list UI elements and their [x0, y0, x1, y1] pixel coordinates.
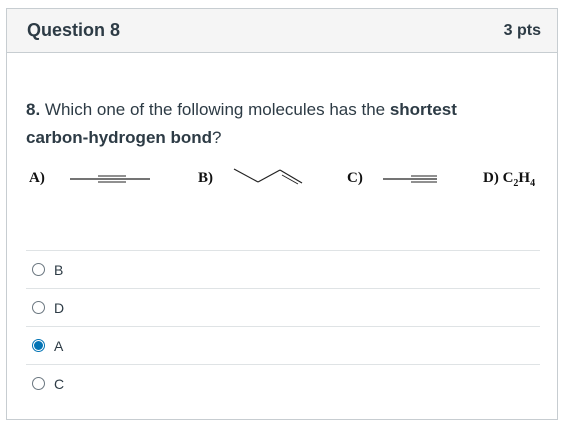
option-a-label: A) [29, 170, 45, 186]
molecule-b-structure [233, 168, 303, 185]
answer-option[interactable]: A [26, 326, 540, 364]
radio-button[interactable] [32, 263, 45, 276]
option-d-label: D) C2H4 [483, 170, 535, 189]
question-text-bold-line2: carbon-hydrogen bond [26, 128, 213, 147]
question-body: 8. Which one of the following molecules … [7, 96, 557, 194]
question-header: Question 8 3 pts [7, 9, 557, 53]
molecule-c-structure [383, 175, 437, 183]
option-c-label: C) [347, 170, 363, 186]
molecule-a-structure [70, 175, 150, 183]
answer-label: B [54, 261, 64, 278]
question-text: 8. Which one of the following molecules … [26, 96, 540, 152]
question-text-part1: Which one of the following molecules has… [40, 100, 390, 119]
question-points: 3 pts [503, 21, 541, 39]
option-d-sub2: 4 [530, 178, 536, 189]
question-text-end: ? [212, 128, 222, 147]
radio-button[interactable] [32, 339, 45, 352]
answer-option[interactable]: B [26, 250, 540, 288]
question-number: 8. [26, 100, 41, 119]
option-b-label: B) [198, 170, 213, 186]
option-d-mid: H [518, 170, 531, 186]
answer-label: C [54, 375, 65, 392]
question-card: Question 8 3 pts 8. Which one of the fol… [6, 8, 558, 420]
radio-button[interactable] [32, 377, 45, 390]
question-title: Question 8 [27, 20, 121, 40]
radio-button[interactable] [32, 301, 45, 314]
answer-label: A [54, 337, 64, 354]
answer-list: B D A C [26, 250, 540, 402]
answer-label: D [54, 299, 65, 316]
answer-option[interactable]: C [26, 364, 540, 402]
molecule-options: A) B) C) D) C2H4 [26, 164, 540, 194]
option-d-text: D) C [483, 170, 514, 186]
question-text-bold: shortest [389, 100, 457, 119]
answer-option[interactable]: D [26, 288, 540, 326]
